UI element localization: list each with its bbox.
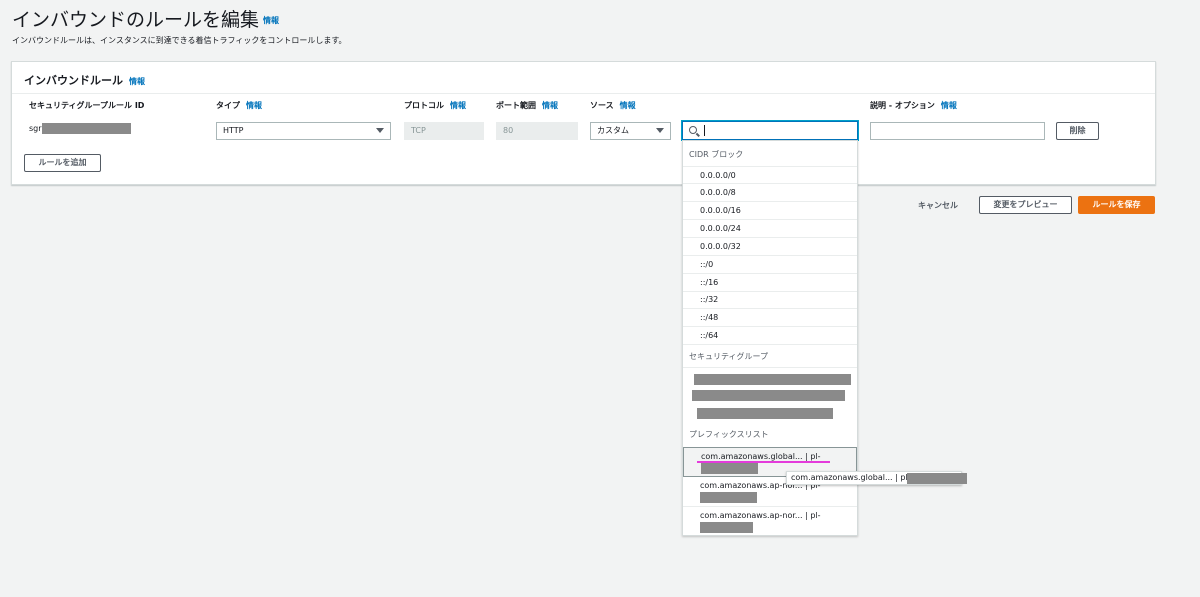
cancel-button[interactable]: キャンセル	[918, 200, 958, 211]
delete-button[interactable]: 削除	[1056, 122, 1099, 140]
option-tooltip: com.amazonaws.global... | pl	[786, 471, 967, 485]
panel-info-link[interactable]: 情報	[129, 77, 145, 86]
inbound-rules-panel: インバウンドルール 情報 セキュリティグループルール ID タイプ 情報 プロトコル…	[11, 61, 1156, 185]
port-info-link[interactable]: 情報	[542, 101, 558, 110]
column-header-rule-id: セキュリティグループルール ID	[29, 101, 145, 110]
source-search-input[interactable]	[682, 121, 858, 140]
cidr-group-label: CIDR ブロック	[689, 150, 744, 159]
source-select[interactable]: カスタム	[590, 122, 671, 140]
port-range-field: 80	[496, 122, 578, 140]
page-info-link[interactable]: 情報	[263, 16, 279, 25]
chevron-down-icon	[376, 128, 384, 133]
divider	[683, 367, 857, 368]
description-input[interactable]	[870, 122, 1045, 140]
highlight-underline	[697, 461, 830, 463]
column-header-source: ソース 情報	[590, 101, 636, 110]
protocol-info-link[interactable]: 情報	[450, 101, 466, 110]
prefix-id-redaction	[701, 463, 758, 474]
column-header-port-range: ポート範囲 情報	[496, 101, 558, 110]
prefix-list-group-label: プレフィックスリスト	[689, 430, 769, 439]
text-cursor	[704, 125, 705, 136]
security-group-option-redacted[interactable]	[694, 374, 851, 385]
description-info-link[interactable]: 情報	[941, 101, 957, 110]
tooltip-redaction	[907, 473, 967, 484]
cidr-option[interactable]: ::/16	[683, 274, 857, 292]
type-select[interactable]: HTTP	[216, 122, 391, 140]
cidr-option[interactable]: 0.0.0.0/16	[683, 202, 857, 220]
preview-changes-button[interactable]: 変更をプレビュー	[979, 196, 1072, 214]
cidr-option[interactable]: 0.0.0.0/8	[683, 184, 857, 202]
search-icon	[689, 126, 697, 134]
security-group-option-redacted[interactable]	[697, 408, 833, 419]
security-group-label: セキュリティグループ	[689, 352, 769, 361]
cidr-option[interactable]: 0.0.0.0/0	[683, 166, 857, 184]
cidr-option[interactable]: ::/48	[683, 309, 857, 327]
rule-id-redaction	[42, 123, 131, 134]
chevron-down-icon	[656, 128, 664, 133]
rule-id-prefix: sgr	[29, 124, 42, 133]
panel-header: インバウンドルール 情報	[12, 62, 1155, 94]
cidr-option[interactable]: ::/64	[683, 327, 857, 345]
security-group-option-redacted[interactable]	[692, 390, 845, 401]
column-header-type: タイプ 情報	[216, 101, 262, 110]
column-header-description: 説明 - オプション 情報	[870, 101, 957, 110]
save-rules-button[interactable]: ルールを保存	[1078, 196, 1155, 214]
add-rule-button[interactable]: ルールを追加	[24, 154, 101, 172]
panel-title: インバウンドルール 情報	[24, 74, 145, 87]
type-info-link[interactable]: 情報	[246, 101, 262, 110]
prefix-id-redaction	[700, 492, 757, 503]
protocol-field: TCP	[404, 122, 484, 140]
column-header-protocol: プロトコル 情報	[404, 101, 466, 110]
cidr-option[interactable]: ::/32	[683, 291, 857, 309]
page-title: インバウンドのルールを編集 情報	[12, 9, 280, 31]
page-description: インバウンドルールは、インスタンスに到達できる着信トラフィックをコントロールしま…	[12, 36, 347, 45]
prefix-list-option[interactable]: com.amazonaws.ap-nor... | pl-	[683, 507, 857, 535]
prefix-id-redaction	[700, 522, 753, 533]
cidr-option[interactable]: 0.0.0.0/24	[683, 220, 857, 238]
cidr-option[interactable]: 0.0.0.0/32	[683, 238, 857, 256]
cidr-option[interactable]: ::/0	[683, 256, 857, 274]
source-info-link[interactable]: 情報	[620, 101, 636, 110]
